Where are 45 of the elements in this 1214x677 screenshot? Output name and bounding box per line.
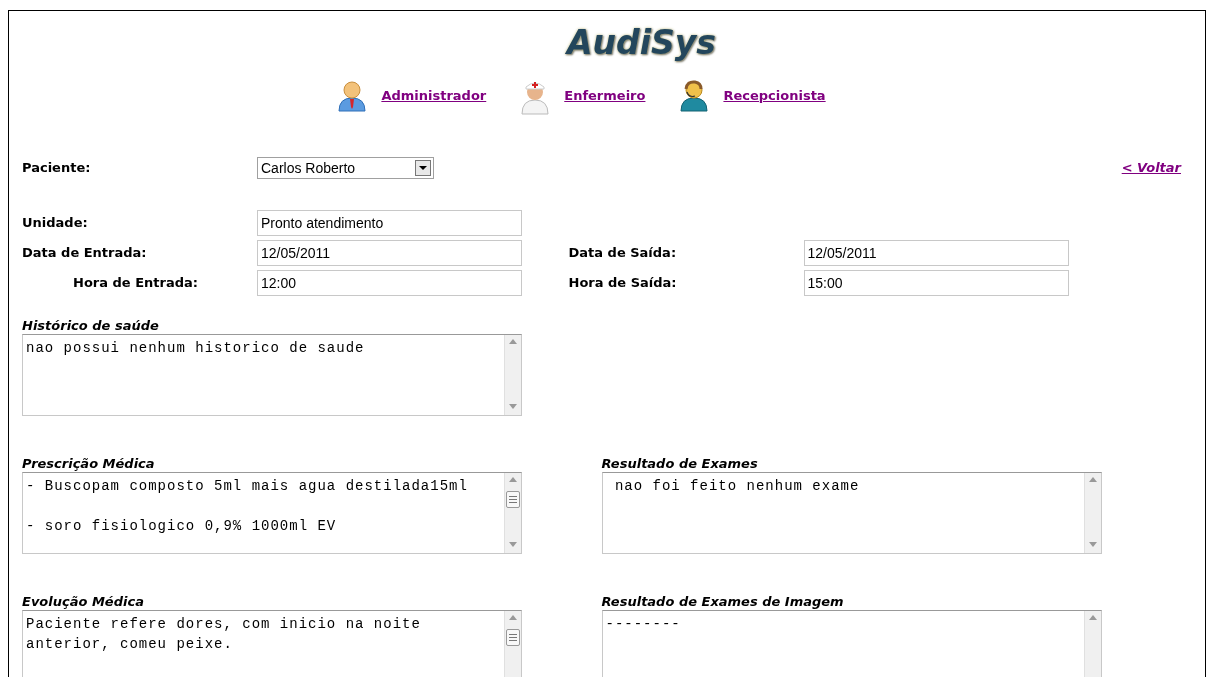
dropdown-icon[interactable]	[415, 160, 431, 176]
scroll-up-icon[interactable]	[509, 615, 517, 620]
role-link[interactable]: Enfermeiro	[564, 86, 646, 106]
text-field[interactable]: 12:00	[257, 270, 522, 296]
scrollbar[interactable]	[504, 335, 521, 415]
section-label: Evolução Médica	[22, 594, 145, 610]
text-area[interactable]: - Buscopam composto 5ml mais agua destilada15ml - soro fisiologico 0,9% 1000ml EV	[22, 472, 522, 554]
scrollbar[interactable]	[504, 473, 521, 553]
field-label: Hora de Entrada:	[72, 274, 199, 293]
text-field[interactable]: 15:00	[803, 270, 1069, 296]
scrollbar[interactable]	[504, 611, 521, 677]
user-icon	[337, 80, 368, 112]
section-label: Resultado de Exames	[601, 456, 759, 472]
scroll-up-icon[interactable]	[1088, 477, 1097, 482]
section-label: Resultado de Exames de Imagem	[601, 594, 845, 610]
scroll-up-icon[interactable]	[509, 477, 517, 482]
field-label: Data de Entrada:	[22, 244, 148, 263]
receptionist-icon	[679, 80, 710, 112]
section-label: Histórico de saúde	[22, 318, 160, 334]
patient-select[interactable]: Carlos Roberto	[257, 157, 434, 179]
field-label: Unidade:	[22, 214, 89, 233]
text-area[interactable]: --------	[601, 610, 1102, 677]
text-area[interactable]: nao possui nenhum historico de saude	[22, 334, 522, 416]
text-area[interactable]: nao foi feito nenhum exame	[601, 472, 1102, 554]
scroll-down-icon[interactable]	[509, 404, 517, 409]
app-logo: AudiSys	[567, 23, 716, 63]
scroll-up-icon[interactable]	[1088, 615, 1097, 620]
field-label: Data de Saída:	[568, 244, 678, 263]
scrollbar[interactable]	[1083, 473, 1101, 553]
scrollbar[interactable]	[1083, 611, 1101, 677]
text-field[interactable]: 12/05/2011	[803, 240, 1069, 266]
back-link[interactable]: < Voltar	[1121, 158, 1181, 178]
section-label: Prescrição Médica	[22, 456, 156, 472]
scroll-up-icon[interactable]	[509, 339, 517, 344]
text-field[interactable]: Pronto atendimento	[257, 210, 522, 236]
role-link[interactable]: Recepcionista	[723, 86, 826, 106]
scroll-thumb[interactable]	[506, 491, 520, 508]
field-label: Paciente:	[22, 159, 92, 178]
scroll-down-icon[interactable]	[1088, 542, 1097, 547]
field-label: Hora de Saída:	[568, 274, 678, 293]
scroll-thumb[interactable]	[506, 629, 520, 646]
text-field[interactable]: 12/05/2011	[257, 240, 522, 266]
scroll-down-icon[interactable]	[509, 542, 517, 547]
text-area[interactable]: Paciente refere dores, com inicio na noite anterior, comeu peixe.	[22, 610, 522, 677]
role-link[interactable]: Administrador	[381, 86, 487, 106]
